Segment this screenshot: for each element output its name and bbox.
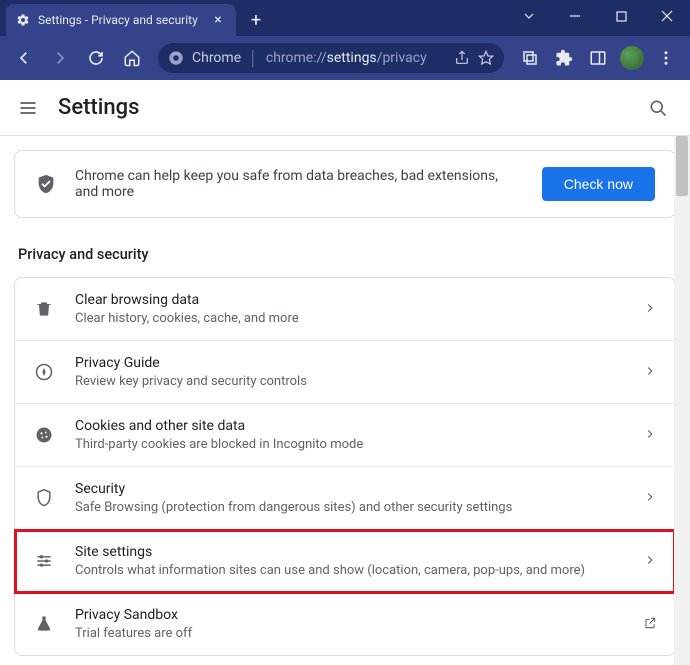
cookie-icon	[33, 424, 55, 446]
row-title: Privacy Sandbox	[75, 607, 623, 623]
row-body: Clear browsing data Clear history, cookie…	[75, 292, 623, 326]
row-title: Cookies and other site data	[75, 418, 623, 434]
row-body: Privacy Sandbox Trial features are off	[75, 607, 623, 641]
row-body: Security Safe Browsing (protection from d…	[75, 481, 623, 515]
home-button[interactable]	[116, 42, 148, 74]
share-icon[interactable]	[454, 50, 470, 66]
row-subtitle: Controls what information sites can use …	[75, 563, 623, 578]
safety-check-card: Chrome can help keep you safe from data …	[14, 150, 676, 218]
settings-row-privacy-guide[interactable]: Privacy Guide Review key privacy and secu…	[15, 341, 675, 404]
search-icon	[648, 98, 668, 118]
url-text: chrome://settings/privacy	[266, 50, 446, 66]
window-close-icon[interactable]	[644, 0, 690, 32]
settings-content: Chrome can help keep you safe from data …	[0, 136, 690, 665]
window-minimize-icon[interactable]	[552, 0, 598, 32]
browser-toolbar: Chrome │ chrome://settings/privacy	[0, 36, 690, 80]
settings-header: Settings	[0, 80, 690, 136]
settings-row-clear-browsing-data[interactable]: Clear browsing data Clear history, cookie…	[15, 278, 675, 341]
profile-avatar[interactable]	[616, 42, 648, 74]
shield-icon	[33, 487, 55, 509]
url-scheme-label: Chrome	[192, 50, 241, 66]
kebab-menu-icon[interactable]	[650, 42, 682, 74]
hamburger-menu-icon[interactable]	[16, 96, 40, 120]
extensions-icon[interactable]	[548, 42, 580, 74]
flask-icon	[33, 613, 55, 635]
chevron-right-icon	[643, 427, 657, 444]
sidepanel-icon[interactable]	[582, 42, 614, 74]
settings-row-cookies[interactable]: Cookies and other site data Third-party c…	[15, 404, 675, 467]
window-dropdown-icon[interactable]	[506, 0, 552, 32]
chevron-right-icon	[643, 364, 657, 381]
row-title: Clear browsing data	[75, 292, 623, 308]
scrollbar-thumb[interactable]	[676, 136, 688, 196]
settings-row-privacy-sandbox[interactable]: Privacy Sandbox Trial features are off	[15, 593, 675, 655]
gear-icon	[16, 13, 30, 27]
window-titlebar: Settings - Privacy and security × +	[0, 0, 690, 36]
row-title: Security	[75, 481, 623, 497]
trash-icon	[33, 298, 55, 320]
back-button[interactable]	[8, 42, 40, 74]
chevron-right-icon	[643, 553, 657, 570]
chevron-right-icon	[643, 490, 657, 507]
row-subtitle: Review key privacy and security controls	[75, 374, 623, 389]
chrome-icon	[168, 50, 184, 66]
new-tab-button[interactable]: +	[242, 6, 270, 34]
row-subtitle: Safe Browsing (protection from dangerous…	[75, 500, 623, 515]
row-body: Cookies and other site data Third-party c…	[75, 418, 623, 452]
settings-row-site-settings[interactable]: Site settings Controls what information s…	[15, 530, 675, 593]
row-title: Site settings	[75, 544, 623, 560]
compass-icon	[33, 361, 55, 383]
scrollbar-track[interactable]	[674, 136, 690, 665]
page-title: Settings	[58, 95, 624, 120]
tab-groups-icon[interactable]	[514, 42, 546, 74]
settings-row-security[interactable]: Security Safe Browsing (protection from d…	[15, 467, 675, 530]
row-subtitle: Clear history, cookies, cache, and more	[75, 311, 623, 326]
section-heading: Privacy and security	[18, 246, 676, 263]
privacy-settings-list: Clear browsing data Clear history, cookie…	[14, 277, 676, 656]
search-button[interactable]	[642, 92, 674, 124]
tab-close-icon[interactable]: ×	[210, 12, 226, 28]
safety-check-text: Chrome can help keep you safe from data …	[75, 168, 524, 200]
bookmark-star-icon[interactable]	[478, 50, 494, 66]
sliders-icon	[33, 550, 55, 572]
row-subtitle: Third-party cookies are blocked in Incog…	[75, 437, 623, 452]
browser-tab[interactable]: Settings - Privacy and security ×	[6, 4, 236, 36]
address-bar[interactable]: Chrome │ chrome://settings/privacy	[158, 43, 504, 73]
row-subtitle: Trial features are off	[75, 626, 623, 641]
forward-button[interactable]	[44, 42, 76, 74]
check-now-button[interactable]: Check now	[542, 167, 655, 201]
chevron-right-icon	[643, 301, 657, 318]
shield-check-icon	[35, 173, 57, 195]
external-link-icon	[643, 616, 657, 633]
window-maximize-icon[interactable]	[598, 0, 644, 32]
row-title: Privacy Guide	[75, 355, 623, 371]
row-body: Site settings Controls what information s…	[75, 544, 623, 578]
window-controls	[506, 0, 690, 32]
reload-button[interactable]	[80, 42, 112, 74]
row-body: Privacy Guide Review key privacy and secu…	[75, 355, 623, 389]
tab-title: Settings - Privacy and security	[38, 13, 202, 27]
